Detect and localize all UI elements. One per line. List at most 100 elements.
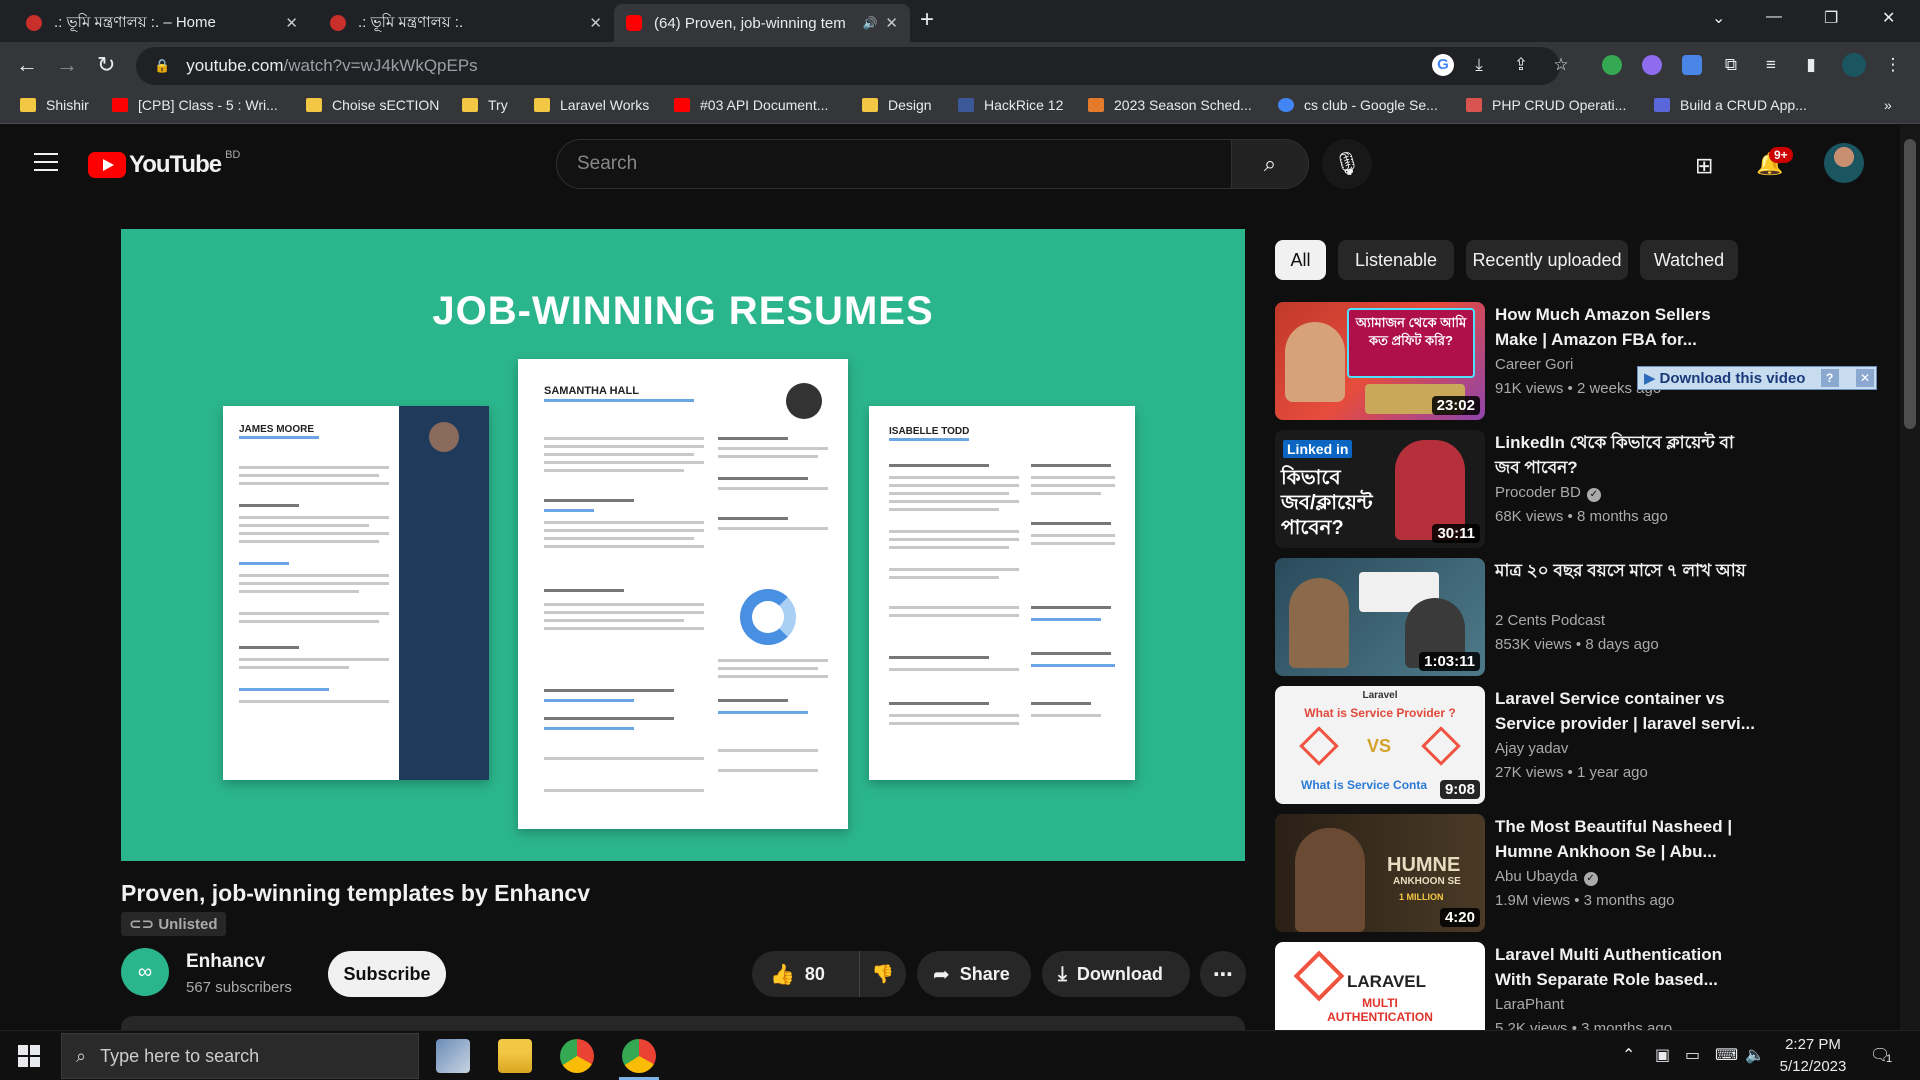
extension-purple-icon[interactable] [1642,55,1662,75]
forward-icon[interactable]: → [56,52,78,78]
bookmarks-overflow-icon[interactable]: » [1884,97,1892,113]
network-icon[interactable]: ⌨ [1715,1045,1738,1065]
volume-icon[interactable]: 🔈 [1745,1045,1765,1065]
clock-date[interactable]: 5/12/2023 [1773,1058,1853,1075]
reload-icon[interactable]: ↻ [97,52,115,78]
more-actions-button[interactable]: ⋯ [1200,951,1246,997]
channel-name[interactable]: Ajay yadav [1495,740,1568,757]
close-icon[interactable]: ✕ [1855,369,1874,387]
bookmark-item[interactable]: PHP CRUD Operati... [1466,97,1626,113]
chip-recently-uploaded[interactable]: Recently uploaded [1466,240,1628,280]
bookmark-star-icon[interactable]: ☆ [1550,54,1572,76]
channel-name[interactable]: Procoder BD ✓ [1495,484,1601,502]
minimize-button[interactable]: — [1766,8,1782,26]
share-page-icon[interactable]: ⇪ [1510,54,1532,76]
channel-name[interactable]: Career Gori [1495,356,1573,373]
share-button[interactable]: ➦ Share [917,951,1031,997]
video-title[interactable]: LinkedIn থেকে কিভাবে ক্লায়েন্ট বা জব পা… [1495,430,1755,480]
browser-menu-icon[interactable]: ⋮ [1882,54,1904,76]
search-input[interactable]: Search [556,139,1232,189]
recommended-video[interactable]: HUMNE ANKHOON SE 1 MILLION 4:20 The Most… [1275,814,1755,932]
tab-youtube-active[interactable]: (64) Proven, job-winning tem 🔊 ✕ [614,4,910,42]
recommended-video[interactable]: LARAVEL MULTI AUTHENTICATION Laravel Mul… [1275,942,1755,1030]
taskbar-search-box[interactable]: ⌕ Type here to search [61,1033,419,1079]
bookmark-item[interactable]: 2023 Season Sched... [1088,97,1252,113]
clock-time[interactable]: 2:27 PM [1773,1036,1853,1053]
install-app-icon[interactable]: ⤓ [1468,54,1490,76]
account-avatar[interactable] [1824,143,1864,183]
chrome-profile-icon[interactable] [622,1039,656,1073]
bookmark-item[interactable]: Design [862,97,932,113]
bookmark-item[interactable]: [CPB] Class - 5 : Wri... [112,97,278,113]
youtube-logo[interactable]: YouTube BD [88,149,240,179]
video-thumbnail[interactable]: LARAVEL MULTI AUTHENTICATION [1275,942,1485,1030]
video-thumbnail[interactable]: অ্যামাজন থেকে আমি কত প্রফিট করি? 23:02 [1275,302,1485,420]
bookmark-item[interactable]: Try [462,97,508,113]
file-explorer-icon[interactable] [498,1039,532,1073]
windows-start-icon[interactable] [18,1045,40,1067]
video-title[interactable]: Laravel Multi Authentication With Separa… [1495,942,1755,992]
channel-name[interactable]: LaraPhant [1495,996,1564,1013]
side-panel-icon[interactable]: ▮ [1800,54,1822,76]
description-box[interactable] [121,1016,1245,1030]
recommended-video[interactable]: অ্যামাজন থেকে আমি কত প্রফিট করি? 23:02 H… [1275,302,1755,420]
tab-close-icon[interactable]: ✕ [285,14,298,32]
search-button[interactable]: ⌕ [1231,139,1309,189]
dislike-button[interactable]: 👎 [860,964,906,985]
bookmark-item[interactable]: cs club - Google Se... [1278,97,1438,113]
video-title[interactable]: Laravel Service container vs Service pro… [1495,686,1755,736]
page-scrollbar[interactable] [1900,125,1920,1030]
tab-search-dropdown-icon[interactable]: ⌄ [1712,8,1725,28]
show-hidden-icons-chevron-icon[interactable]: ⌃ [1622,1045,1635,1065]
channel-avatar[interactable]: ∞ [121,948,169,996]
chip-all[interactable]: All [1275,240,1326,280]
tab-ministry[interactable]: .: ভূমি মন্ত্রণালয় :. ✕ [318,4,614,42]
battery-icon[interactable]: ▭ [1685,1045,1700,1065]
extension-green-icon[interactable] [1602,55,1622,75]
tab-home[interactable]: .: ভূমি মন্ত্রণালয় :. – Home ✕ [14,4,310,42]
video-title[interactable]: The Most Beautiful Nasheed | Humne Ankho… [1495,814,1755,864]
video-thumbnail[interactable]: 1:03:11 [1275,558,1485,676]
recommended-video[interactable]: 1:03:11 মাত্র ২০ বছর বয়সে মাসে ৭ লাখ আয… [1275,558,1755,676]
extensions-puzzle-icon[interactable]: ⧉ [1720,54,1742,76]
bookmark-item[interactable]: Shishir [20,97,89,113]
audio-playing-icon[interactable]: 🔊 [862,16,877,30]
channel-name[interactable]: 2 Cents Podcast [1495,612,1605,629]
bookmark-item[interactable]: #03 API Document... [674,97,828,113]
download-button[interactable]: ⤓ Download [1042,951,1190,997]
help-icon[interactable]: ? [1820,369,1839,387]
video-title[interactable]: মাত্র ২০ বছর বয়সে মাসে ৭ লাখ আয় [1495,558,1755,583]
create-video-icon[interactable]: ⊞ [1695,153,1713,179]
menu-icon[interactable] [34,153,58,171]
restore-button[interactable]: ❐ [1824,8,1838,28]
recommended-video[interactable]: Linked in কিভাবে জব/ক্লায়েন্ট পাবেন? 30… [1275,430,1755,548]
video-player[interactable]: JOB-WINNING RESUMES JAMES MOORE SAMANTHA… [121,229,1245,861]
google-lens-icon[interactable]: G [1432,54,1454,76]
recommended-video[interactable]: Laravel What is Service Provider ? VS Wh… [1275,686,1755,804]
channel-name[interactable]: Enhancv [186,951,265,973]
profile-avatar[interactable] [1842,53,1866,77]
chip-watched[interactable]: Watched [1640,240,1738,280]
media-control-icon[interactable]: ≡ [1760,54,1782,76]
address-bar[interactable]: 🔒 youtube.com/watch?v=wJ4kWkQpEPs [136,47,1560,85]
bookmark-item[interactable]: Choise sECTION [306,97,439,113]
chrome-icon[interactable] [560,1039,594,1073]
video-thumbnail[interactable]: Linked in কিভাবে জব/ক্লায়েন্ট পাবেন? 30… [1275,430,1485,548]
extension-screen-icon[interactable] [1682,55,1702,75]
scrollbar-thumb[interactable] [1904,139,1916,429]
bookmark-item[interactable]: HackRice 12 [958,97,1063,113]
new-tab-button[interactable]: + [920,6,934,34]
chip-listenable[interactable]: Listenable [1338,240,1454,280]
download-this-video-overlay[interactable]: ▶ Download this video ? ✕ [1637,366,1877,390]
bookmark-item[interactable]: Laravel Works [534,97,649,113]
bookmark-item[interactable]: Build a CRUD App... [1654,97,1807,113]
like-button[interactable]: 👍 80 [752,951,860,997]
meet-now-icon[interactable]: ▣ [1655,1045,1670,1065]
tab-close-icon[interactable]: ✕ [885,14,898,32]
video-thumbnail[interactable]: Laravel What is Service Provider ? VS Wh… [1275,686,1485,804]
back-icon[interactable]: ← [16,52,38,78]
video-title[interactable]: How Much Amazon Sellers Make | Amazon FB… [1495,302,1755,352]
window-close-button[interactable]: ✕ [1882,8,1895,28]
app-icon-media-player[interactable] [436,1039,470,1073]
voice-search-button[interactable]: 🎙 [1322,139,1372,189]
